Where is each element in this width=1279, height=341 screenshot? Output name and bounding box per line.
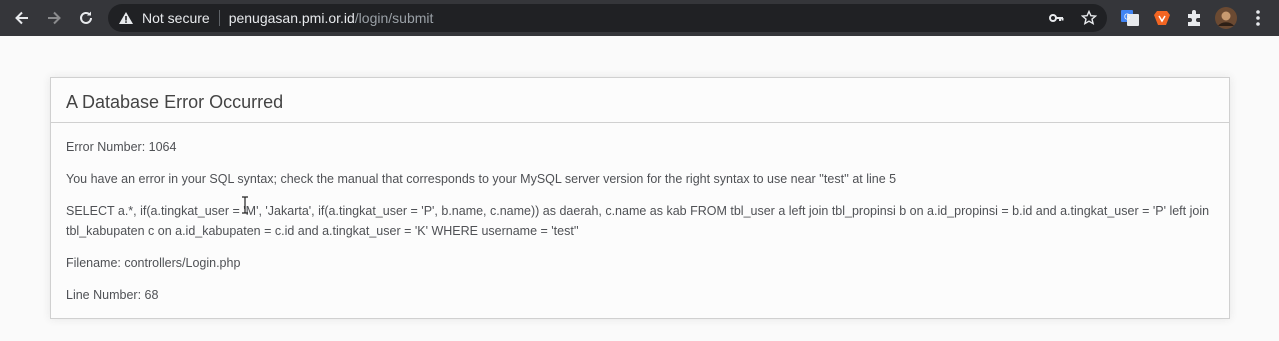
more-vertical-icon bbox=[1256, 10, 1260, 26]
arrow-left-icon bbox=[15, 11, 28, 25]
browser-menu-button[interactable] bbox=[1248, 8, 1268, 28]
profile-avatar[interactable] bbox=[1215, 7, 1237, 29]
avatar-icon bbox=[1215, 7, 1237, 29]
key-icon[interactable] bbox=[1048, 10, 1064, 26]
browser-toolbar: Not secure penugasan.pmi.or.id/login/sub… bbox=[0, 0, 1279, 36]
error-message: You have an error in your SQL syntax; ch… bbox=[66, 172, 897, 186]
url-host: penugasan.pmi.or.id bbox=[228, 10, 355, 26]
arrow-right-icon bbox=[48, 11, 61, 25]
extensions-button[interactable] bbox=[1184, 8, 1204, 28]
bookmark-star-icon[interactable] bbox=[1081, 10, 1097, 26]
url-path: /login/submit bbox=[354, 10, 434, 26]
svg-text:G: G bbox=[1124, 13, 1130, 22]
error-panel: A Database Error Occurred Error Number: … bbox=[50, 77, 1230, 319]
reload-button[interactable] bbox=[74, 6, 98, 30]
error-number: Error Number: 1064 bbox=[66, 140, 177, 154]
omnibox-separator bbox=[218, 10, 220, 26]
brave-extension-button[interactable] bbox=[1152, 8, 1172, 28]
error-heading: A Database Error Occurred bbox=[51, 78, 1229, 123]
reload-icon bbox=[80, 11, 92, 24]
security-status[interactable]: Not secure bbox=[142, 10, 210, 26]
back-button[interactable] bbox=[10, 6, 34, 30]
translate-extension-button[interactable]: G bbox=[1120, 8, 1140, 28]
puzzle-piece-icon bbox=[1188, 10, 1200, 26]
forward-button[interactable] bbox=[42, 6, 66, 30]
error-line-number: Line Number: 68 bbox=[66, 288, 159, 302]
sql-query: SELECT a.*, if(a.tingkat_user = 'M', 'Ja… bbox=[66, 204, 1210, 238]
error-filename: Filename: controllers/Login.php bbox=[66, 256, 241, 270]
url-text[interactable]: penugasan.pmi.or.id/login/submit bbox=[229, 10, 434, 26]
address-bar[interactable]: Not secure penugasan.pmi.or.id/login/sub… bbox=[108, 4, 1107, 32]
warning-icon bbox=[119, 12, 133, 24]
google-translate-icon: G bbox=[1121, 10, 1139, 26]
orange-lion-icon bbox=[1154, 11, 1170, 25]
text-cursor-icon bbox=[242, 196, 248, 214]
